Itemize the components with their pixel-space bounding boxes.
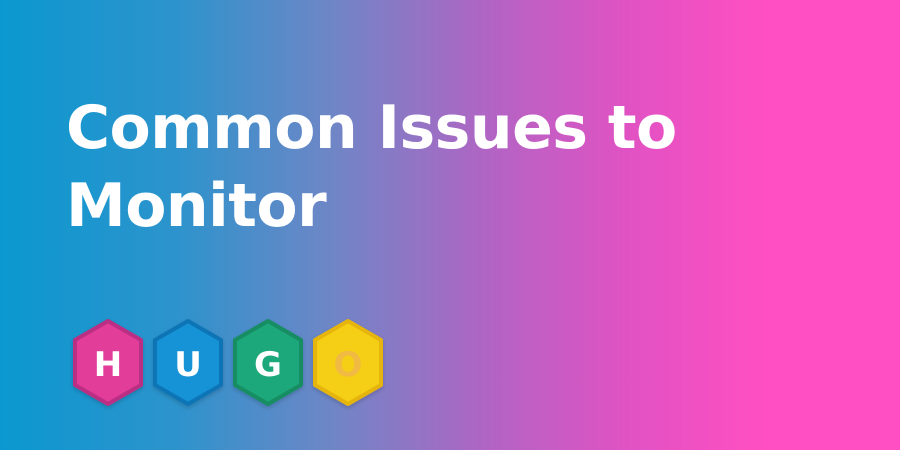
logo-hex-o: O bbox=[313, 319, 383, 406]
logo-letter-h: H bbox=[94, 345, 122, 385]
logo-letter-u: U bbox=[174, 345, 202, 385]
page-title: Common Issues to Monitor bbox=[66, 89, 826, 245]
title-line-2: Monitor bbox=[66, 171, 327, 241]
hugo-logo: H U G O bbox=[66, 318, 396, 413]
logo-letter-o: O bbox=[334, 345, 363, 385]
title-line-1: Common Issues to bbox=[66, 93, 677, 163]
logo-hex-g: G bbox=[233, 319, 303, 406]
hero-banner: Common Issues to Monitor H U G O bbox=[0, 0, 900, 450]
logo-hex-u: U bbox=[153, 319, 223, 406]
logo-letter-g: G bbox=[254, 345, 282, 385]
logo-hex-h: H bbox=[73, 319, 143, 406]
